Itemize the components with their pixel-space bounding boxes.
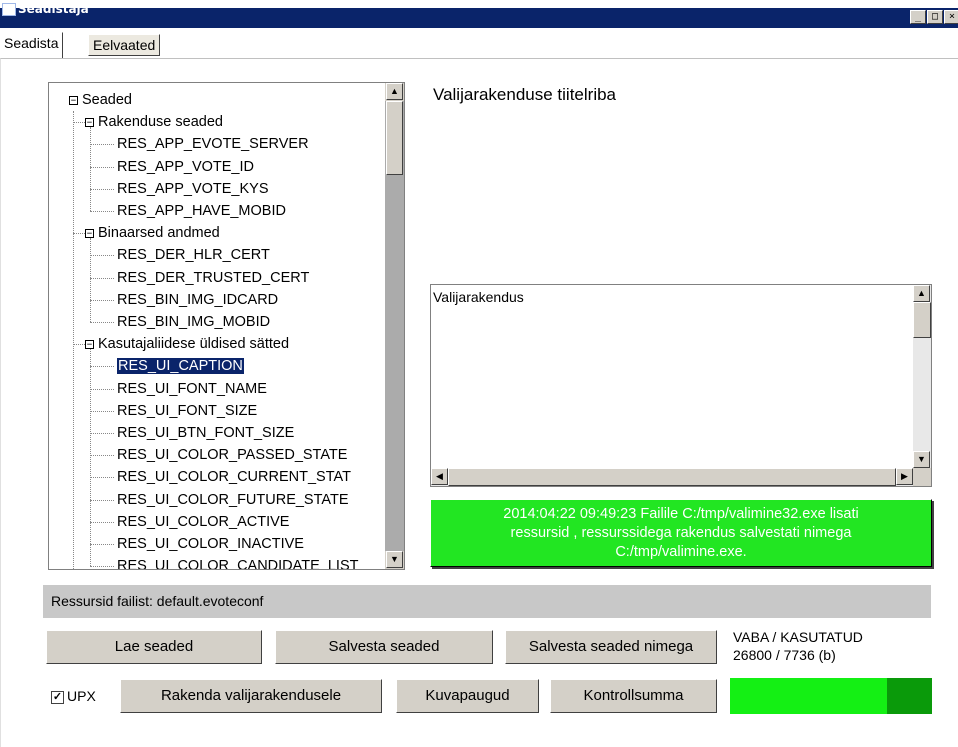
minimize-button[interactable]: _	[910, 10, 926, 24]
collapse-icon[interactable]: −	[85, 229, 94, 239]
tree-item-label: RES_UI_COLOR_CURRENT_STAT	[117, 469, 351, 486]
tree-item[interactable]: RES_UI_FONT_NAME	[117, 378, 267, 400]
tree-root[interactable]: − Seaded	[69, 89, 132, 111]
upx-label[interactable]: UPX	[67, 688, 96, 704]
tree-item-label: RES_APP_VOTE_ID	[117, 158, 254, 175]
scroll-up-icon[interactable]: ▲	[913, 285, 930, 302]
tree-item-label: RES_BIN_IMG_IDCARD	[117, 291, 279, 308]
tree-group[interactable]: − Kasutajaliidese üldised sätted	[85, 333, 289, 355]
checksum-button[interactable]: Kontrollsumma	[550, 679, 717, 713]
collapse-icon[interactable]: −	[85, 118, 94, 128]
tree-group[interactable]: − Binaarsed andmed	[85, 222, 220, 244]
tree-item-label: RES_UI_COLOR_INACTIVE	[117, 536, 304, 552]
tree-scrollbar[interactable]: ▲ ▼	[385, 83, 404, 569]
tree-item[interactable]: RES_UI_FONT_SIZE	[117, 400, 257, 422]
tree-item-label: RES_DER_HLR_CERT	[117, 247, 270, 264]
tree-item[interactable]: RES_UI_COLOR_CURRENT_STAT	[117, 466, 351, 488]
tree-item-label: RES_UI_COLOR_PASSED_STATE	[117, 447, 348, 464]
tree-item-label: RES_UI_BTN_FONT_SIZE	[117, 425, 295, 441]
status-line: 2014:04:22 09:49:23 Failile C:/tmp/valim…	[503, 506, 859, 522]
settings-tree[interactable]: − Seaded − Rakenduse seaded RES_APP_EVOTE_SE…	[48, 82, 405, 570]
tree-item[interactable]: RES_UI_COLOR_INACTIVE	[117, 533, 304, 555]
tree-item-label: RES_APP_EVOTE_SERVER	[117, 136, 309, 153]
scroll-thumb[interactable]	[913, 302, 931, 338]
tree-item-label: Kasutajaliidese üldised sätted	[98, 336, 290, 353]
caption-value[interactable]: Valijarakendus	[433, 289, 524, 305]
tree-item[interactable]: RES_DER_TRUSTED_CERT	[117, 267, 309, 289]
tree-item-label: RES_BIN_IMG_MOBID	[117, 314, 271, 330]
save-settings-button[interactable]: Salvesta seaded	[275, 630, 493, 664]
status-line: C:/tmp/valimine.exe.	[615, 544, 747, 560]
textarea-vscrollbar[interactable]: ▲ ▼	[913, 285, 931, 468]
scroll-thumb[interactable]	[448, 468, 896, 486]
tree-item-label: Seaded	[82, 92, 132, 108]
tree-item-label: RES_APP_HAVE_MOBID	[117, 203, 286, 219]
tree-item-label: RES_DER_TRUSTED_CERT	[117, 269, 310, 286]
scroll-thumb[interactable]	[386, 101, 403, 175]
scroll-left-icon[interactable]: ◀	[431, 468, 448, 485]
window-title-bar[interactable]	[0, 8, 958, 28]
status-line: ressursid , ressurssidega rakendus salve…	[510, 525, 852, 541]
scrollbar-corner	[913, 468, 931, 486]
tree-item[interactable]: RES_UI_BTN_FONT_SIZE	[117, 422, 294, 444]
tree-item-label: RES_UI_CAPTION	[116, 357, 245, 376]
tree-item-label: RES_UI_COLOR_ACTIVE	[117, 513, 290, 530]
close-button[interactable]: ×	[944, 10, 958, 24]
scroll-down-icon[interactable]: ▼	[386, 551, 403, 568]
tree-item-label: RES_UI_COLOR_CANDIDATE_LIST	[117, 558, 359, 570]
tree-item-label: RES_UI_COLOR_FUTURE_STATE	[117, 491, 349, 508]
caption-textarea[interactable]	[430, 284, 932, 487]
free-used-value: 26800 / 7736 (b)	[733, 647, 836, 663]
tree-item[interactable]: RES_APP_VOTE_KYS	[117, 178, 269, 200]
tree-item-label: Binaarsed andmed	[98, 225, 220, 242]
tree-item[interactable]: RES_UI_CAPTION	[116, 355, 245, 377]
scroll-down-icon[interactable]: ▼	[913, 451, 930, 468]
tree-item[interactable]: RES_APP_EVOTE_SERVER	[117, 133, 309, 155]
tree-item[interactable]: RES_DER_HLR_CERT	[117, 244, 270, 266]
space-free-fill	[730, 678, 887, 714]
tree-group[interactable]: − Rakenduse seaded	[85, 111, 223, 133]
scroll-up-icon[interactable]: ▲	[386, 83, 403, 100]
preview-title: Valijarakenduse tiitelriba	[433, 85, 617, 104]
tree-item[interactable]: RES_UI_COLOR_CANDIDATE_LIST	[117, 555, 359, 570]
tab-eelvaated[interactable]: Eelvaated	[88, 34, 161, 56]
tree-item[interactable]: RES_APP_HAVE_MOBID	[117, 200, 286, 222]
tree-item[interactable]: RES_BIN_IMG_IDCARD	[117, 289, 278, 311]
window-title: Seadistaja	[18, 2, 89, 16]
tree-item-label: RES_UI_FONT_NAME	[117, 380, 267, 397]
tree-item[interactable]: RES_UI_COLOR_FUTURE_STATE	[117, 489, 349, 511]
tree-item[interactable]: RES_APP_VOTE_ID	[117, 156, 254, 178]
tab-seadista[interactable]: Seadista	[0, 32, 64, 58]
tree-item[interactable]: RES_BIN_IMG_MOBID	[117, 311, 270, 333]
collapse-icon[interactable]: −	[69, 96, 78, 106]
images-button[interactable]: Kuvapaugud	[396, 679, 539, 713]
tree-item-label: RES_APP_VOTE_KYS	[117, 180, 269, 197]
tree-item-label: RES_UI_FONT_SIZE	[117, 402, 258, 419]
load-settings-button[interactable]: Lae seaded	[46, 630, 262, 664]
status-message: 2014:04:22 09:49:23 Failile C:/tmp/valim…	[441, 505, 921, 562]
tree-item-label: Rakenduse seaded	[98, 114, 223, 131]
scroll-right-icon[interactable]: ▶	[896, 468, 913, 485]
apply-to-voter-app-button[interactable]: Rakenda valijarakendusele	[120, 679, 382, 713]
collapse-icon[interactable]: −	[85, 340, 94, 350]
app-icon	[2, 3, 16, 16]
upx-checkbox[interactable]: ✓	[51, 691, 64, 704]
free-used-label: VABA / KASUTATUD	[733, 629, 863, 645]
maximize-button[interactable]: □	[927, 10, 943, 24]
save-settings-as-button[interactable]: Salvesta seaded nimega	[505, 630, 717, 664]
tree-item[interactable]: RES_UI_COLOR_PASSED_STATE	[117, 444, 347, 466]
tree-item[interactable]: RES_UI_COLOR_ACTIVE	[117, 511, 289, 533]
source-file-label: Ressursid failist: default.evoteconf	[51, 593, 264, 609]
textarea-hscrollbar[interactable]: ◀ ▶	[431, 468, 913, 486]
